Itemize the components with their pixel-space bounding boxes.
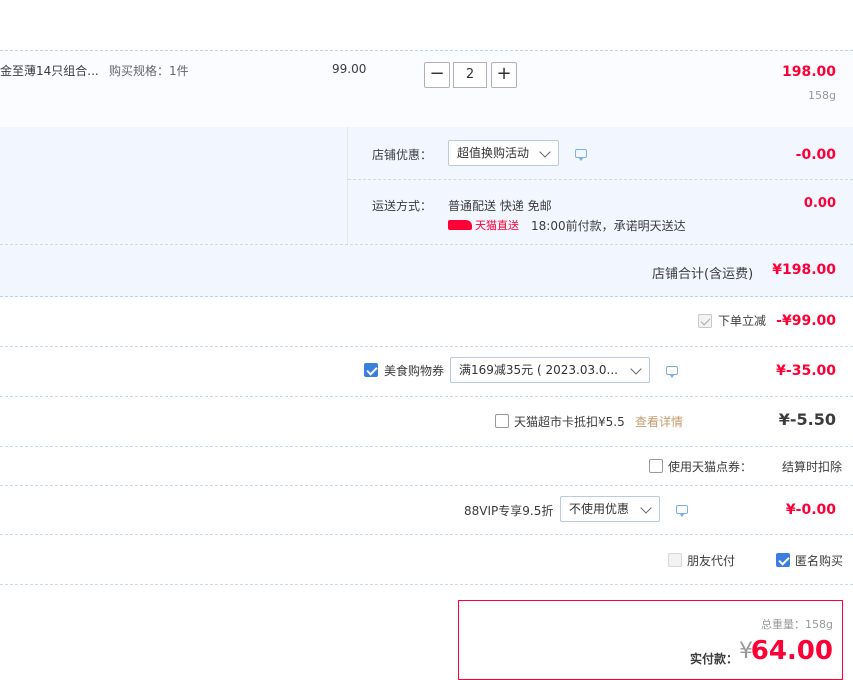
item-name[interactable]: 金至薄14只组合... bbox=[0, 62, 99, 79]
row-divider bbox=[0, 584, 853, 585]
tmall-points-checkbox[interactable] bbox=[649, 459, 663, 473]
message-icon[interactable] bbox=[575, 149, 587, 161]
shop-left-panel bbox=[0, 127, 348, 244]
tmall-card-label: 天猫超市卡抵扣¥5.5 bbox=[514, 415, 625, 429]
tmall-points-label: 使用天猫点券： bbox=[668, 460, 753, 474]
vip-select[interactable]: 不使用优惠 bbox=[560, 496, 660, 522]
coupon-select[interactable]: 满169减35元 ( 2023.03.0... bbox=[450, 357, 650, 383]
anonymous-label: 匿名购买 bbox=[795, 554, 844, 568]
shop-discount-amount: -0.00 bbox=[795, 147, 836, 163]
vip-select-value: 不使用优惠 bbox=[569, 502, 630, 516]
item-weight: 158g bbox=[808, 89, 836, 102]
chevron-down-icon bbox=[630, 363, 642, 375]
message-icon[interactable] bbox=[666, 366, 678, 378]
tmall-cat-icon bbox=[448, 220, 472, 230]
increase-quantity-button[interactable]: + bbox=[491, 62, 517, 88]
shipping-label: 运送方式： bbox=[372, 199, 433, 213]
tmall-points-note: 结算时扣除 bbox=[782, 460, 843, 474]
shop-total-label: 店铺合计(含运费) bbox=[652, 267, 754, 282]
total-weight-value: 158g bbox=[805, 618, 833, 631]
coupon-checkbox[interactable] bbox=[364, 363, 378, 377]
total-weight: 总重量：158g bbox=[761, 616, 833, 632]
shop-discount-label: 店铺优惠： bbox=[372, 148, 433, 162]
row-divider bbox=[0, 346, 853, 347]
pay-label: 实付款： bbox=[690, 652, 739, 666]
coupon-label: 美食购物券 bbox=[384, 364, 445, 378]
row-divider bbox=[0, 534, 853, 535]
shop-total-amount: ¥198.00 bbox=[772, 262, 836, 278]
tmall-card-amount: ¥-5.50 bbox=[778, 410, 836, 429]
friend-pay-label: 朋友代付 bbox=[687, 554, 736, 568]
anonymous-checkbox[interactable] bbox=[776, 553, 790, 567]
chevron-down-icon bbox=[539, 146, 551, 158]
message-icon[interactable] bbox=[676, 505, 688, 517]
instant-discount-checkbox bbox=[698, 314, 712, 328]
quantity-input[interactable]: 2 bbox=[453, 62, 487, 88]
vip-label: 88VIP专享9.5折 bbox=[464, 504, 554, 518]
shipping-method: 普通配送 快递 免邮 bbox=[448, 199, 552, 213]
shop-total-divider bbox=[0, 244, 853, 245]
item-subtotal: 198.00 bbox=[781, 64, 836, 80]
item-spec: 购买规格：1件 bbox=[109, 64, 189, 78]
decrease-quantity-button[interactable]: − bbox=[424, 62, 450, 88]
pay-amount: 64.00 bbox=[750, 636, 833, 666]
row-divider bbox=[0, 485, 853, 486]
delivery-promise: 18:00前付款，承诺明天送达 bbox=[531, 219, 686, 233]
unit-price: 99.00 bbox=[332, 62, 367, 76]
row-divider bbox=[0, 446, 853, 447]
tmall-direct-label: 天猫直送 bbox=[475, 219, 519, 232]
tmall-card-details-link[interactable]: 查看详情 bbox=[635, 413, 683, 430]
tmall-card-checkbox[interactable] bbox=[495, 414, 509, 428]
tmall-direct-badge: 天猫直送 bbox=[448, 217, 519, 233]
friend-pay-checkbox[interactable] bbox=[668, 553, 682, 567]
shop-discount-select-value: 超值换购活动 bbox=[457, 146, 530, 160]
instant-discount-label: 下单立减 bbox=[718, 314, 767, 328]
chevron-down-icon bbox=[640, 502, 652, 514]
total-weight-label: 总重量： bbox=[761, 618, 806, 631]
row-divider bbox=[0, 396, 853, 397]
coupon-amount: ¥-35.00 bbox=[776, 363, 836, 379]
shipping-amount: 0.00 bbox=[803, 196, 836, 211]
shop-discount-select[interactable]: 超值换购活动 bbox=[448, 140, 559, 166]
instant-discount-amount: -¥99.00 bbox=[776, 313, 836, 329]
vip-amount: ¥-0.00 bbox=[785, 502, 836, 518]
coupon-select-value: 满169减35元 ( 2023.03.0... bbox=[459, 363, 619, 377]
shop-divider bbox=[348, 179, 853, 180]
